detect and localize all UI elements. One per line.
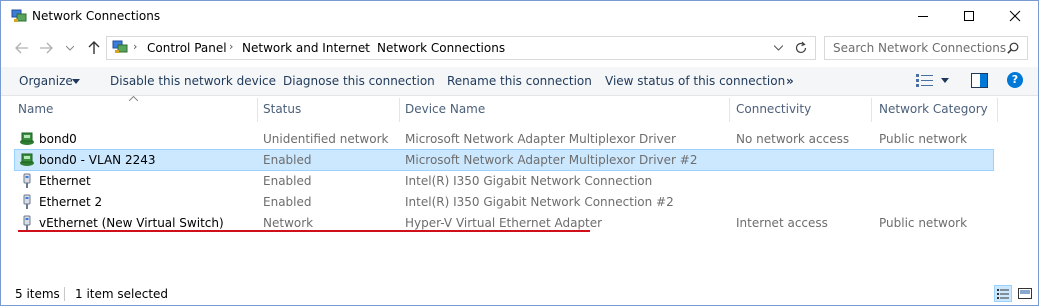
preview-pane-icon[interactable] [971,73,988,88]
back-button[interactable] [12,39,32,57]
connection-status: Enabled [263,195,312,209]
address-bar[interactable]: › Control Panel › Network and Internet ›… [106,36,816,60]
connection-status: Enabled [263,174,312,188]
search-box[interactable]: Search Network Connections [824,36,1028,60]
network-adapter-icon [20,132,34,145]
window-title: Network Connections [32,9,161,23]
more-commands-button[interactable]: » [786,74,794,88]
column-divider[interactable] [729,98,730,122]
search-input[interactable]: Search Network Connections [833,41,1006,55]
search-icon[interactable] [1007,42,1019,54]
organize-button[interactable]: Organize [19,74,73,88]
breadcrumb-network-connections[interactable]: Network Connections [377,41,505,55]
forward-arrow-icon [40,42,53,54]
status-bar: 5 items 1 item selected [1,284,1038,304]
table-row[interactable]: bond0 - VLAN 2243 Enabled Microsoft Netw… [14,149,994,171]
connection-status: Network [263,216,314,230]
table-row[interactable]: Ethernet 2 Enabled Intel(R) I350 Gigabit… [15,192,993,212]
selection-count: 1 item selected [75,287,169,301]
sort-ascending-icon [129,96,138,101]
connection-status: Enabled [263,153,312,167]
forward-button[interactable] [36,39,56,57]
column-header-status[interactable]: Status [263,102,301,116]
network-category: Public network [879,216,968,230]
column-divider[interactable] [257,98,258,122]
large-icons-view-toggle-icon[interactable] [1017,286,1033,301]
table-row[interactable]: bond0 Unidentified network Microsoft Net… [15,129,993,149]
breadcrumb-network-and-internet[interactable]: Network and Internet [242,41,370,55]
disable-device-button[interactable]: Disable this network device [110,74,276,88]
column-header-connectivity[interactable]: Connectivity [736,102,811,116]
connection-name: Ethernet [39,174,91,188]
column-header-name[interactable]: Name [18,102,53,116]
network-connections-icon [11,9,27,22]
ethernet-plug-icon [23,194,31,209]
recent-locations-button[interactable] [60,39,80,57]
breadcrumb-separator-icon: › [229,40,234,53]
column-divider[interactable] [399,98,400,122]
rename-connection-button[interactable]: Rename this connection [447,74,592,88]
device-name: Microsoft Network Adapter Multiplexor Dr… [405,153,698,167]
up-arrow-icon [88,41,100,54]
table-row[interactable]: Ethernet Enabled Intel(R) I350 Gigabit N… [15,171,993,191]
connection-name: vEthernet (New Virtual Switch) [39,216,224,230]
up-button[interactable] [84,39,104,57]
address-dropdown-icon[interactable] [774,45,783,51]
ethernet-plug-icon [23,215,31,230]
control-panel-icon [112,40,128,53]
maximize-button[interactable] [946,1,992,31]
device-name: Microsoft Network Adapter Multiplexor Dr… [405,132,676,146]
device-name: Intel(R) I350 Gigabit Network Connection… [405,195,674,209]
minimize-button[interactable] [900,1,946,31]
view-dropdown-icon[interactable] [941,78,949,83]
details-view-icon[interactable] [916,74,934,87]
column-divider[interactable] [997,98,998,122]
refresh-icon[interactable] [794,41,808,55]
organize-label: Organize [19,74,73,88]
command-bar: Organize Disable this network device Dia… [1,67,1038,96]
connection-status: Unidentified network [263,132,389,146]
breadcrumb-control-panel[interactable]: Control Panel [147,41,227,55]
close-button[interactable] [992,1,1038,31]
network-adapter-icon [20,153,34,166]
close-icon [1009,10,1021,22]
device-name: Intel(R) I350 Gigabit Network Connection [405,174,653,188]
connectivity: No network access [736,132,850,146]
ethernet-plug-icon [23,173,31,188]
device-name: Hyper-V Virtual Ethernet Adapter [405,216,603,230]
column-header-device-name[interactable]: Device Name [405,102,485,116]
diagnose-connection-button[interactable]: Diagnose this connection [283,74,435,88]
connection-name: bond0 [39,132,77,146]
breadcrumb-separator-icon: › [133,40,138,53]
item-count: 5 items [15,287,60,301]
red-underline-annotation [18,230,590,232]
connectivity: Internet access [736,216,828,230]
back-arrow-icon [15,42,28,54]
column-divider[interactable] [871,98,872,122]
connection-name: bond0 - VLAN 2243 [39,153,156,167]
details-view-toggle-icon[interactable] [994,285,1012,302]
breadcrumb-separator-icon: › [364,40,369,53]
column-header-network-category[interactable]: Network Category [879,102,988,116]
chevron-down-icon [66,45,74,51]
maximize-icon [964,11,974,21]
help-icon[interactable]: ? [1007,72,1023,88]
title-bar: Network Connections [1,1,1038,31]
minimize-icon [918,16,928,17]
view-status-button[interactable]: View status of this connection [605,74,785,88]
network-category: Public network [879,132,968,146]
status-divider [64,287,65,301]
connection-name: Ethernet 2 [39,195,103,209]
organize-dropdown-icon[interactable] [72,79,80,84]
